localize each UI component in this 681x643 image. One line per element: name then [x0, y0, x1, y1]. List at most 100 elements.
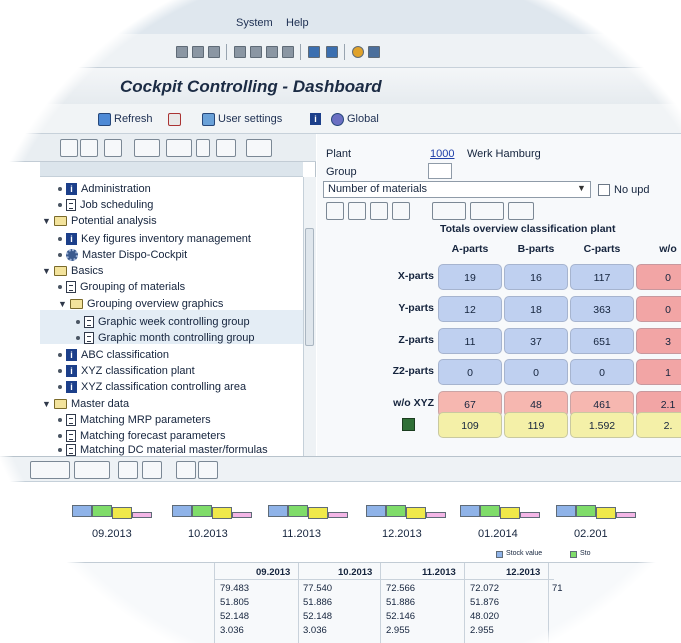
- matrix-cell[interactable]: 651: [570, 328, 634, 354]
- matrix-cell[interactable]: 16: [504, 264, 568, 290]
- expand-button[interactable]: [60, 139, 78, 157]
- tree-item-matching-dc[interactable]: Matching DC material master/formulas: [58, 443, 268, 456]
- info-button[interactable]: i: [310, 111, 321, 127]
- bar-pink: [132, 512, 152, 518]
- tree-item-graphic-month[interactable]: Graphic month controlling group: [76, 330, 255, 346]
- matrix-cell[interactable]: 1: [636, 359, 681, 385]
- dropdown-button[interactable]: [196, 139, 210, 157]
- export-button[interactable]: [348, 202, 366, 220]
- bar-green: [192, 505, 212, 517]
- print-graphic-button[interactable]: [198, 461, 218, 479]
- layout-dropdown-button[interactable]: [74, 461, 110, 479]
- save-icon[interactable]: [176, 46, 188, 58]
- month-label: 02.201: [574, 528, 608, 540]
- filter-button[interactable]: [168, 111, 181, 127]
- document-icon: [66, 443, 76, 456]
- caret-down-icon[interactable]: ▼: [42, 216, 51, 226]
- tree-item-key-figures[interactable]: i Key figures inventory management: [58, 231, 251, 247]
- print-layout-button[interactable]: [392, 202, 410, 220]
- total-cell[interactable]: 119: [504, 412, 568, 438]
- total-cell[interactable]: 1.592: [570, 412, 634, 438]
- matrix-cell[interactable]: 117: [570, 264, 634, 290]
- details-button[interactable]: [142, 461, 162, 479]
- info-dropdown-button[interactable]: [30, 461, 70, 479]
- first-page-icon[interactable]: [234, 46, 246, 58]
- tree-item-administration[interactable]: i Administration: [58, 181, 151, 197]
- row-header-z2-parts: Z2-parts: [392, 365, 434, 377]
- matrix-cell[interactable]: 19: [438, 264, 502, 290]
- find-next-icon[interactable]: [208, 46, 220, 58]
- chevron-down-icon[interactable]: ▼: [577, 183, 586, 193]
- total-cell[interactable]: 2.: [636, 412, 681, 438]
- bar-pink: [232, 512, 252, 518]
- global-button[interactable]: Global: [331, 111, 379, 127]
- table-title: Totals overview classification plant: [440, 223, 616, 235]
- matrix-cell[interactable]: 11: [438, 328, 502, 354]
- help-button[interactable]: [118, 461, 138, 479]
- matrix-cell[interactable]: 12: [438, 296, 502, 322]
- tree-item-matching-forecast[interactable]: Matching forecast parameters: [58, 428, 226, 444]
- collapse-button[interactable]: [80, 139, 98, 157]
- graphic-area: [0, 482, 681, 562]
- find-icon[interactable]: [192, 46, 204, 58]
- group-input[interactable]: [428, 163, 452, 179]
- matrix-cell[interactable]: 0: [636, 264, 681, 290]
- help-icon[interactable]: [352, 46, 364, 58]
- caret-down-icon[interactable]: ▼: [58, 299, 67, 309]
- tree-item-grouping-of-materials[interactable]: Grouping of materials: [58, 279, 185, 295]
- tree-bullet: [58, 369, 62, 373]
- matrix-cell[interactable]: 363: [570, 296, 634, 322]
- tree-item-abc-classification[interactable]: i ABC classification: [58, 347, 169, 363]
- view-dropdown-button[interactable]: [470, 202, 504, 220]
- find-button[interactable]: [104, 139, 122, 157]
- plant-value-link[interactable]: 1000: [430, 148, 454, 160]
- measure-select[interactable]: Number of materials: [323, 181, 591, 198]
- matrix-cell[interactable]: 3: [636, 328, 681, 354]
- tree-item-xyz-plant[interactable]: i XYZ classification plant: [58, 363, 195, 379]
- print-button[interactable]: [246, 139, 272, 157]
- refresh-button[interactable]: Refresh: [98, 111, 153, 127]
- tree-item-master-dispo-cockpit[interactable]: Master Dispo-Cockpit: [58, 247, 187, 263]
- matrix-cell[interactable]: 0: [636, 296, 681, 322]
- filter-tree-button[interactable]: [166, 139, 192, 157]
- shortcut-icon[interactable]: [326, 46, 338, 58]
- color-button[interactable]: [216, 139, 236, 157]
- tree-item-job-scheduling[interactable]: Job scheduling: [58, 197, 153, 213]
- tree-scrollbar-thumb[interactable]: [305, 228, 314, 346]
- warehouse-button[interactable]: [370, 202, 388, 220]
- caret-down-icon[interactable]: ▼: [42, 399, 51, 409]
- matrix-cell[interactable]: 0: [438, 359, 502, 385]
- user-settings-icon: [202, 112, 215, 126]
- global-label: Global: [347, 113, 379, 125]
- tree-item-master-data[interactable]: ▼ Master data: [42, 396, 129, 412]
- layout-menu-icon[interactable]: [368, 46, 380, 58]
- tree-item-basics[interactable]: ▼ Basics: [42, 263, 103, 279]
- user-settings-button[interactable]: User settings: [202, 111, 282, 127]
- group-label: Group: [326, 166, 357, 178]
- tree-item-potential-analysis[interactable]: ▼ Potential analysis: [42, 213, 157, 229]
- previous-page-icon[interactable]: [250, 46, 262, 58]
- settings-dropdown-button[interactable]: [508, 202, 534, 220]
- total-cell[interactable]: 109: [438, 412, 502, 438]
- chart-button[interactable]: [326, 202, 344, 220]
- tree-item-matching-mrp[interactable]: Matching MRP parameters: [58, 412, 211, 428]
- last-page-icon[interactable]: [282, 46, 294, 58]
- menu-help[interactable]: Help: [286, 17, 309, 29]
- save-graphic-button[interactable]: [176, 461, 196, 479]
- caret-down-icon[interactable]: ▼: [42, 266, 51, 276]
- tree-item-xyz-controlling-area[interactable]: i XYZ classification controlling area: [58, 379, 246, 395]
- tree-item-grouping-overview-graphics[interactable]: ▼ Grouping overview graphics: [58, 296, 223, 312]
- column-button[interactable]: [134, 139, 160, 157]
- matrix-cell[interactable]: 37: [504, 328, 568, 354]
- new-session-icon[interactable]: [308, 46, 320, 58]
- next-page-icon[interactable]: [266, 46, 278, 58]
- filter-dropdown-button[interactable]: [432, 202, 466, 220]
- menu-system[interactable]: System: [236, 17, 273, 29]
- tree-item-graphic-week[interactable]: Graphic week controlling group: [76, 314, 250, 330]
- document-icon: [84, 332, 94, 344]
- no-update-checkbox[interactable]: [598, 184, 610, 196]
- matrix-cell[interactable]: 0: [504, 359, 568, 385]
- matrix-cell[interactable]: 0: [570, 359, 634, 385]
- matrix-cell[interactable]: 18: [504, 296, 568, 322]
- table-cell: 71: [552, 583, 563, 594]
